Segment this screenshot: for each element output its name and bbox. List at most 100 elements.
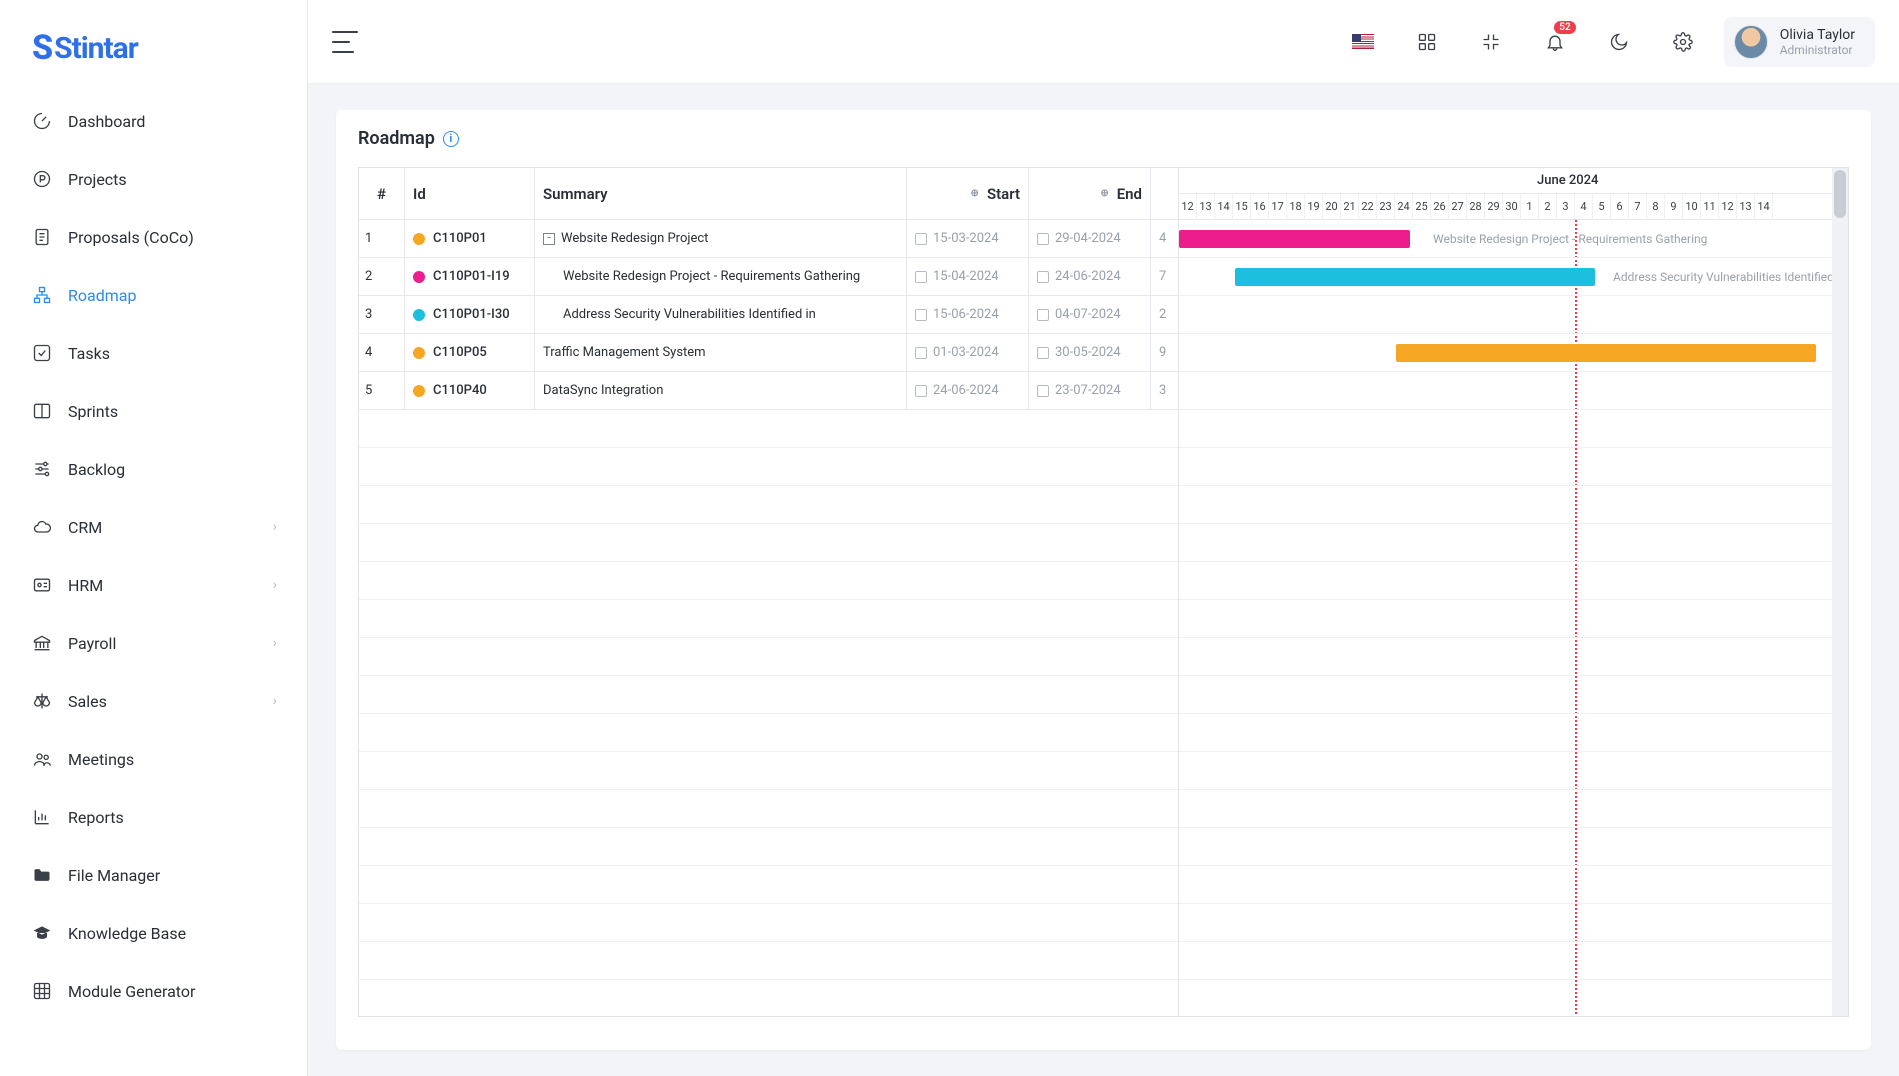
- content: Roadmap i # Id Summary ⊕Start ⊕End 1 C11…: [308, 84, 1899, 1076]
- sidebar-item-label: Tasks: [68, 344, 110, 363]
- timeline-row: Website Redesign Project - Requirements …: [1179, 220, 1848, 258]
- brand-name: Stintar: [54, 31, 138, 66]
- page-title: Roadmap: [358, 128, 435, 149]
- grid-row[interactable]: 4 C110P05 Traffic Management System 01-0…: [359, 334, 1178, 372]
- date-picker-icon[interactable]: [1037, 347, 1049, 359]
- sidebar-item-roadmap[interactable]: Roadmap: [14, 266, 293, 324]
- grid-icon: [32, 981, 52, 1001]
- sidebar-item-dashboard[interactable]: Dashboard: [14, 92, 293, 150]
- sidebar-item-payroll[interactable]: Payroll ›: [14, 614, 293, 672]
- col-header-id[interactable]: Id: [405, 168, 535, 219]
- day-cell: 24: [1395, 194, 1413, 220]
- timeline-row: [1179, 866, 1848, 904]
- gantt-bar[interactable]: [1235, 268, 1595, 286]
- gantt-scrollbar-vertical[interactable]: [1832, 168, 1848, 1016]
- sidebar-item-backlog[interactable]: Backlog: [14, 440, 293, 498]
- day-cell: 23: [1377, 194, 1395, 220]
- notifications-button[interactable]: 52: [1542, 29, 1568, 55]
- sidebar-item-projects[interactable]: Projects: [14, 150, 293, 208]
- grid-row[interactable]: 1 C110P01 −Website Redesign Project 15-0…: [359, 220, 1178, 258]
- language-flag-button[interactable]: [1350, 29, 1376, 55]
- date-picker-icon[interactable]: [915, 385, 927, 397]
- brand[interactable]: SStintar: [0, 12, 307, 84]
- timeline-row: Address Security Vulnerabilities Identif…: [1179, 258, 1848, 296]
- day-cell: 14: [1215, 194, 1233, 220]
- grid-filler-row: [359, 714, 1178, 752]
- apps-grid-button[interactable]: [1414, 29, 1440, 55]
- fullscreen-toggle-button[interactable]: [1478, 29, 1504, 55]
- day-cell: 22: [1359, 194, 1377, 220]
- sidebar-item-label: Dashboard: [68, 112, 145, 131]
- timeline-row: [1179, 486, 1848, 524]
- gantt-bar-label: Website Redesign Project - Requirements …: [1433, 230, 1707, 248]
- row-extra: 9: [1151, 334, 1179, 371]
- grid-row[interactable]: 2 C110P01-I19 Website Redesign Project -…: [359, 258, 1178, 296]
- sidebar-item-reports[interactable]: Reports: [14, 788, 293, 846]
- timeline-row: [1179, 980, 1848, 1016]
- row-end[interactable]: 04-07-2024: [1029, 296, 1151, 333]
- grid-body: 1 C110P01 −Website Redesign Project 15-0…: [359, 220, 1178, 1016]
- date-picker-icon[interactable]: [1037, 385, 1049, 397]
- gantt-bar[interactable]: [1396, 344, 1816, 362]
- sidebar-item-module-generator[interactable]: Module Generator: [14, 962, 293, 1020]
- row-extra: 3: [1151, 372, 1179, 409]
- date-picker-icon[interactable]: [1037, 309, 1049, 321]
- menu-toggle-button[interactable]: [332, 31, 360, 53]
- row-start[interactable]: 15-04-2024: [907, 258, 1029, 295]
- settings-button[interactable]: [1670, 29, 1696, 55]
- date-picker-icon[interactable]: [915, 271, 927, 283]
- row-start[interactable]: 15-06-2024: [907, 296, 1029, 333]
- sidebar-item-proposals-coco-[interactable]: Proposals (CoCo): [14, 208, 293, 266]
- sidebar-item-tasks[interactable]: Tasks: [14, 324, 293, 382]
- col-header-summary[interactable]: Summary: [535, 168, 907, 219]
- grid-filler-row: [359, 562, 1178, 600]
- grid-row[interactable]: 3 C110P01-I30 Address Security Vulnerabi…: [359, 296, 1178, 334]
- sidebar: SStintar Dashboard Projects Proposals (C…: [0, 0, 308, 1076]
- sidebar-item-hrm[interactable]: HRM ›: [14, 556, 293, 614]
- gantt-chart: # Id Summary ⊕Start ⊕End 1 C110P01 −Webs…: [358, 167, 1849, 1017]
- row-end[interactable]: 30-05-2024: [1029, 334, 1151, 371]
- date-picker-icon[interactable]: [915, 233, 927, 245]
- row-start[interactable]: 24-06-2024: [907, 372, 1029, 409]
- sidebar-item-meetings[interactable]: Meetings: [14, 730, 293, 788]
- info-icon[interactable]: i: [443, 131, 459, 147]
- grid-filler-row: [359, 638, 1178, 676]
- row-summary: Address Security Vulnerabilities Identif…: [535, 296, 907, 333]
- grid-header: # Id Summary ⊕Start ⊕End: [359, 168, 1178, 220]
- row-start[interactable]: 01-03-2024: [907, 334, 1029, 371]
- sidebar-item-knowledge-base[interactable]: Knowledge Base: [14, 904, 293, 962]
- gantt-bar-label: Address Security Vulnerabilities Identif…: [1613, 268, 1846, 286]
- row-end[interactable]: 29-04-2024: [1029, 220, 1151, 257]
- scroll-thumb[interactable]: [1834, 170, 1846, 218]
- scale-icon: [32, 691, 52, 711]
- sidebar-item-sales[interactable]: Sales ›: [14, 672, 293, 730]
- user-menu[interactable]: Olivia Taylor Administrator: [1724, 17, 1875, 67]
- col-header-end[interactable]: ⊕End: [1029, 168, 1151, 219]
- expand-toggle[interactable]: −: [543, 233, 555, 245]
- sidebar-item-sprints[interactable]: Sprints: [14, 382, 293, 440]
- col-header-start[interactable]: ⊕Start: [907, 168, 1029, 219]
- day-cell: 9: [1665, 194, 1683, 220]
- gantt-bar[interactable]: [1179, 230, 1410, 248]
- date-picker-icon[interactable]: [1037, 233, 1049, 245]
- date-picker-icon[interactable]: [915, 347, 927, 359]
- row-end[interactable]: 24-06-2024: [1029, 258, 1151, 295]
- date-picker-icon[interactable]: [915, 309, 927, 321]
- col-header-num[interactable]: #: [359, 168, 405, 219]
- day-cell: 29: [1485, 194, 1503, 220]
- day-cell: 4: [1575, 194, 1593, 220]
- day-cell: 15: [1233, 194, 1251, 220]
- grid-row[interactable]: 5 C110P40 DataSync Integration 24-06-202…: [359, 372, 1178, 410]
- day-cell: 21: [1341, 194, 1359, 220]
- sidebar-item-label: Proposals (CoCo): [68, 228, 194, 247]
- date-picker-icon[interactable]: [1037, 271, 1049, 283]
- sidebar-item-file-manager[interactable]: File Manager: [14, 846, 293, 904]
- grid-filler-row: [359, 790, 1178, 828]
- chart-icon: [32, 807, 52, 827]
- row-start[interactable]: 15-03-2024: [907, 220, 1029, 257]
- day-cell: 12: [1179, 194, 1197, 220]
- sidebar-item-crm[interactable]: CRM ›: [14, 498, 293, 556]
- dark-mode-toggle[interactable]: [1606, 29, 1632, 55]
- row-end[interactable]: 23-07-2024: [1029, 372, 1151, 409]
- day-cell: 28: [1467, 194, 1485, 220]
